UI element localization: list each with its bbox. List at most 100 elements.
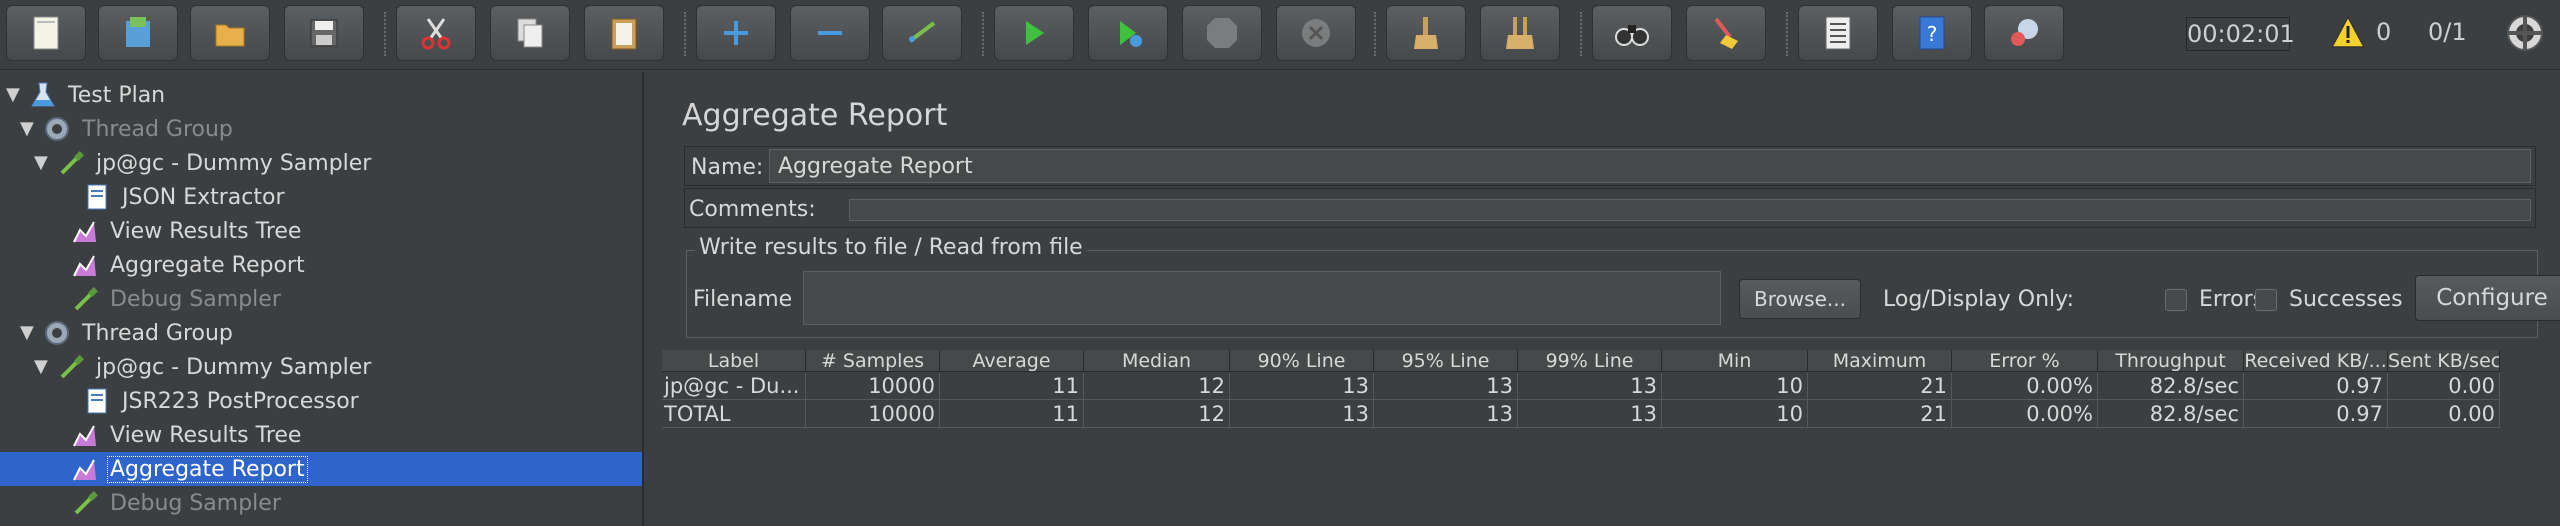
copy-button[interactable] [490,5,570,61]
expand-toggle-icon[interactable]: ▼ [34,358,50,376]
results-table[interactable]: Label jp@gc - Du... TOTAL # Samples 10000 100… [662,350,2560,526]
column-header[interactable]: # Samples [806,350,940,372]
clear-button[interactable] [1386,5,1466,61]
column-header[interactable]: Maximum [1808,350,1952,372]
start-button[interactable] [994,5,1074,61]
table-cell[interactable]: 11 [940,372,1084,400]
total-row-cell[interactable]: 21 [1808,400,1952,428]
save-button[interactable] [284,5,364,61]
column-header[interactable]: 95% Line [1374,350,1518,372]
minus-icon [818,31,842,35]
search-button[interactable] [1592,5,1672,61]
remote-button[interactable] [1984,5,2064,61]
list-icon [1825,16,1851,50]
column-header[interactable]: Received KB/... [2244,350,2388,372]
column-header[interactable]: 90% Line [1230,350,1374,372]
flask-icon [28,80,58,110]
total-row-cell[interactable]: TOTAL [662,400,806,428]
tree-node[interactable]: Debug Sampler [0,486,642,520]
tree-node-label: Aggregate Report [107,455,308,483]
total-row-cell[interactable]: 10 [1662,400,1808,428]
panel-title: Aggregate Report [682,98,948,133]
table-cell[interactable]: jp@gc - Du... [662,372,806,400]
column-header[interactable]: Sent KB/sec [2388,350,2500,372]
expand-toggle-icon[interactable]: ▼ [20,120,36,138]
total-row-cell[interactable]: 0.97 [2244,400,2388,428]
table-cell[interactable]: 0.00% [1952,372,2098,400]
expand-toggle-icon[interactable]: ▼ [20,324,36,342]
table-cell[interactable]: 0.97 [2244,372,2388,400]
table-cell[interactable]: 21 [1808,372,1952,400]
templates-button[interactable] [98,5,178,61]
column-header[interactable]: Average [940,350,1084,372]
tree-node[interactable]: ▼ Thread Group [0,316,642,350]
name-input[interactable] [769,149,2531,183]
help-button[interactable]: ? [1892,5,1972,61]
comments-input[interactable] [849,199,2531,221]
total-row-cell[interactable]: 13 [1374,400,1518,428]
total-row-cell[interactable]: 13 [1518,400,1662,428]
table-cell[interactable]: 13 [1230,372,1374,400]
table-cell[interactable]: 82.8/sec [2098,372,2244,400]
table-cell[interactable]: 10 [1662,372,1808,400]
binoculars-icon [1615,25,1649,46]
total-row-cell[interactable]: 0.00% [1952,400,2098,428]
column-header[interactable]: Error % [1952,350,2098,372]
tree-node[interactable]: Aggregate Report [0,452,642,486]
expand-toggle-icon[interactable]: ▼ [34,154,50,172]
expand-toggle-icon[interactable]: ▼ [6,86,22,104]
function-helper-button[interactable] [1798,5,1878,61]
clear-all-button[interactable] [1480,5,1560,61]
expand-all-button[interactable] [696,5,776,61]
status-globe-icon[interactable] [2504,12,2546,54]
column-header[interactable]: Label [662,350,806,372]
shutdown-button[interactable] [1276,5,1356,61]
table-cell[interactable]: 12 [1084,372,1230,400]
column-header[interactable]: Min [1662,350,1808,372]
total-row-cell[interactable]: 11 [940,400,1084,428]
table-cell[interactable]: 0.00 [2388,372,2500,400]
column-header[interactable]: Throughput [2098,350,2244,372]
total-row-cell[interactable]: 0.00 [2388,400,2500,428]
warning-icon[interactable] [2330,14,2366,50]
tree-node[interactable]: JSON Extractor [0,180,642,214]
cut-button[interactable] [396,5,476,61]
errors-checkbox[interactable] [2165,289,2187,311]
open-folder-icon [215,24,245,47]
filename-input[interactable] [803,271,1721,325]
column-header[interactable]: 99% Line [1518,350,1662,372]
new-button[interactable] [6,5,86,61]
table-cell[interactable]: 13 [1374,372,1518,400]
configure-button[interactable]: Configure [2415,275,2560,321]
collapse-all-button[interactable] [790,5,870,61]
tree-node[interactable]: View Results Tree [0,418,642,452]
tree-node[interactable]: View Results Tree [0,214,642,248]
tree-node[interactable]: Debug Sampler [0,282,642,316]
table-cell[interactable]: 13 [1518,372,1662,400]
total-row-cell[interactable]: 10000 [806,400,940,428]
stop-button[interactable] [1182,5,1262,61]
column-header[interactable]: Median [1084,350,1230,372]
tree-node[interactable]: ▼ Thread Group [0,112,642,146]
reset-search-button[interactable] [1686,5,1766,61]
tree-node[interactable]: JSR223 PostProcessor [0,384,642,418]
open-button[interactable] [190,5,270,61]
total-row-cell[interactable]: 12 [1084,400,1230,428]
tree-node[interactable]: ▼ Test Plan [0,78,642,112]
table-cell[interactable]: 10000 [806,372,940,400]
start-no-pauses-button[interactable] [1088,5,1168,61]
browse-button[interactable]: Browse... [1739,279,1861,319]
toggle-button[interactable] [882,5,962,61]
tree-node[interactable]: ▼ jp@gc - Dummy Sampler [0,350,642,384]
successes-checkbox[interactable] [2255,289,2277,311]
tree-node[interactable]: ▼ jp@gc - Dummy Sampler [0,146,642,180]
tree-node[interactable]: Aggregate Report [0,248,642,282]
total-row-cell[interactable]: 13 [1230,400,1374,428]
test-plan-tree[interactable]: ▼ Test Plan ▼ Thread Group ▼ jp@gc - Dummy Sa… [0,72,644,526]
total-row-cell[interactable]: 82.8/sec [2098,400,2244,428]
paste-button[interactable] [584,5,664,61]
document-icon [82,182,112,212]
